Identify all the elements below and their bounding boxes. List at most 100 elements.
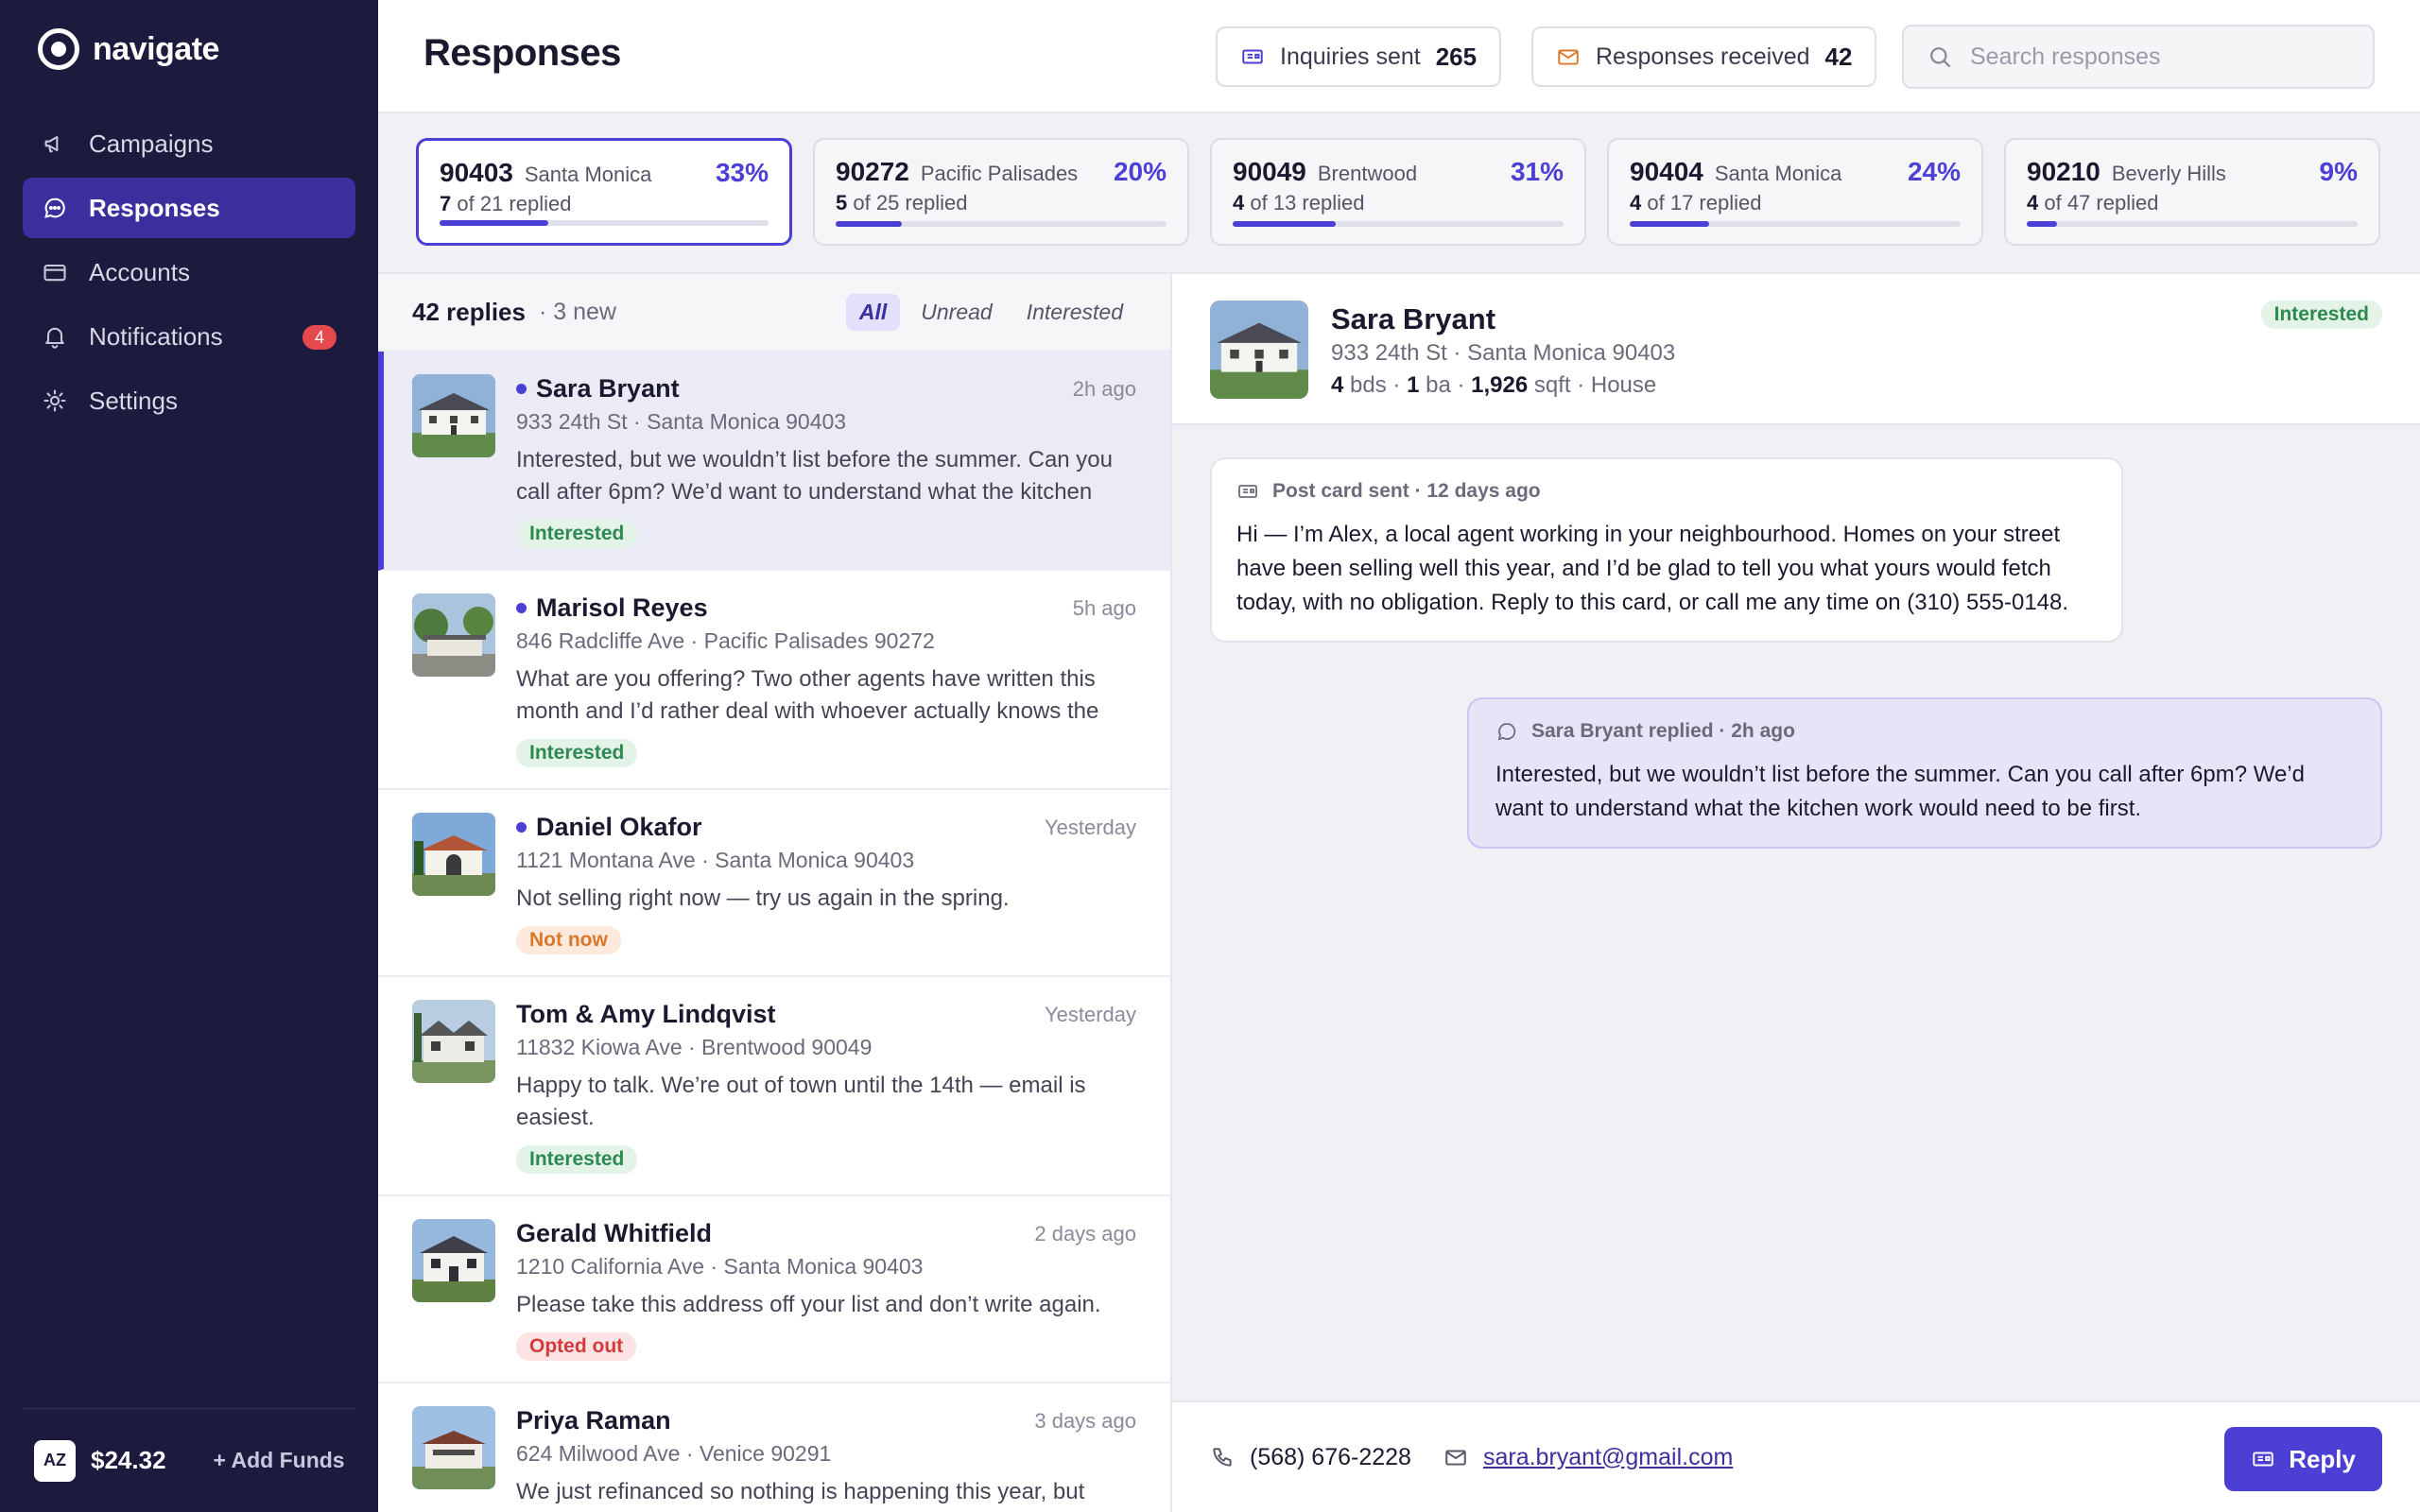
sidebar-nav: Campaigns Responses Accounts Notificatio… — [23, 113, 355, 435]
list-item[interactable]: Marisol Reyes 5h ago 846 Radcliffe Ave · … — [378, 571, 1170, 790]
zip-code: 90403 — [440, 158, 513, 187]
timestamp: 5h ago — [1072, 595, 1136, 620]
property-address: 933 24th St · Santa Monica 90403 — [516, 409, 847, 434]
zip-progress-bar — [440, 220, 769, 226]
property-address: 933 24th St · Santa Monica 90403 — [1331, 340, 1676, 366]
house-thumbnail — [412, 813, 495, 896]
property-address: 1121 Montana Ave · Santa Monica 90403 — [516, 848, 915, 872]
responses-received-stat: Responses received 42 — [1531, 26, 1877, 87]
message-preview: What are you offering? Two other agents … — [516, 666, 1099, 724]
zip-progress-fill — [1233, 221, 1336, 227]
response-detail: Sara Bryant 933 24th St · Santa Monica 9… — [1172, 274, 2420, 1512]
zip-card-90404[interactable]: 90404 Santa Monica 24% 4 of 17 replied — [1607, 138, 1983, 246]
zip-replied-count: 7 of 21 replied — [440, 192, 572, 215]
sidebar-item-label: Notifications — [89, 321, 223, 351]
zip-reply-rate: 33% — [715, 158, 769, 187]
response-list: 42 replies · 3 new All Unread Interested… — [378, 274, 1172, 1512]
zip-city: Beverly Hills — [2111, 162, 2226, 185]
filter-unread[interactable]: Unread — [908, 294, 1005, 331]
sidebar: navigate Campaigns Responses Accounts No… — [0, 0, 378, 1512]
contact-name: Daniel Okafor — [536, 813, 702, 841]
sidebar-item-label: Campaigns — [89, 129, 214, 158]
house-photo[interactable] — [1210, 301, 1308, 399]
email-link[interactable]: sara.bryant@gmail.com — [1483, 1444, 1733, 1471]
sidebar-item-label: Responses — [89, 193, 220, 222]
status-badge: Interested — [516, 739, 638, 767]
sent-postcard-message: Post card sent · 12 days ago Hi — I’m Al… — [1210, 457, 2123, 643]
zip-city: Santa Monica — [524, 163, 652, 186]
zip-progress-bar — [1630, 221, 1961, 227]
zip-card-90272[interactable]: 90272 Pacific Palisades 20% 5 of 25 replie… — [813, 138, 1189, 246]
status-badge[interactable]: Interested — [2260, 301, 2382, 329]
stat-label: Inquiries sent — [1280, 43, 1421, 70]
sidebar-item-settings[interactable]: Settings — [23, 370, 355, 431]
sidebar-item-notifications[interactable]: Notifications 4 — [23, 306, 355, 367]
contact-name: Sara Bryant — [1331, 302, 1496, 335]
sidebar-item-label: Settings — [89, 386, 178, 415]
postcard-icon — [1240, 44, 1265, 69]
timestamp: 3 days ago — [1034, 1408, 1136, 1433]
zip-card-90210[interactable]: 90210 Beverly Hills 9% 4 of 47 replied — [2004, 138, 2380, 246]
unread-dot — [516, 603, 527, 613]
phone-number: (568) 676-2228 — [1250, 1443, 1411, 1470]
phone-icon — [1210, 1445, 1235, 1469]
zip-code: 90049 — [1233, 157, 1306, 186]
megaphone-icon — [42, 130, 68, 157]
zip-city: Santa Monica — [1714, 162, 1842, 185]
zip-progress-fill — [440, 220, 548, 226]
zip-city: Pacific Palisades — [920, 162, 1079, 185]
add-funds-button[interactable]: + Add Funds — [214, 1448, 345, 1473]
received-reply-message: Sara Bryant replied · 2h ago Interested,… — [1467, 697, 2382, 849]
logo-icon — [38, 28, 79, 70]
contact-name: Priya Raman — [516, 1406, 671, 1435]
search-input[interactable] — [1970, 43, 2348, 71]
house-thumbnail — [412, 1406, 495, 1489]
message-preview: Interested, but we wouldn’t list before … — [516, 447, 1113, 505]
contact-name: Marisol Reyes — [536, 593, 708, 622]
zip-progress-fill — [836, 221, 902, 227]
filter-all[interactable]: All — [845, 293, 901, 331]
zip-code-summary: 90403 Santa Monica 33% 7 of 21 replied 902… — [378, 115, 2420, 274]
postcard-icon — [1236, 480, 1259, 503]
zip-card-90049[interactable]: 90049 Brentwood 31% 4 of 13 replied — [1210, 138, 1586, 246]
zip-reply-rate: 20% — [1113, 157, 1167, 186]
list-item[interactable]: Gerald Whitfield 2 days ago 1210 Californ… — [378, 1196, 1170, 1383]
app-logo[interactable]: navigate — [38, 28, 219, 70]
list-filters: All Unread Interested — [845, 293, 1136, 331]
stat-value: 42 — [1824, 42, 1853, 71]
new-count: · 3 new — [538, 298, 616, 325]
house-thumbnail — [412, 1000, 495, 1083]
page-title: Responses — [424, 32, 621, 74]
avatar[interactable]: AZ — [34, 1439, 76, 1482]
sidebar-item-label: Accounts — [89, 257, 190, 286]
message-body: Interested, but we wouldn’t list before … — [1495, 762, 2305, 821]
unread-dot — [516, 384, 527, 394]
list-item[interactable]: Sara Bryant 2h ago 933 24th St · Santa Mo… — [378, 352, 1170, 571]
contact-name: Gerald Whitfield — [516, 1219, 713, 1247]
email-contact: sara.bryant@gmail.com — [1443, 1444, 1733, 1471]
timestamp: Yesterday — [1044, 1002, 1136, 1026]
sidebar-item-accounts[interactable]: Accounts — [23, 242, 355, 302]
zip-card-90403[interactable]: 90403 Santa Monica 33% 7 of 21 replied — [416, 138, 792, 246]
search-icon — [1927, 43, 1953, 70]
list-item[interactable]: Priya Raman 3 days ago 624 Milwood Ave · … — [378, 1383, 1170, 1512]
phone-contact[interactable]: (568) 676-2228 — [1210, 1444, 1411, 1471]
gear-icon — [42, 387, 68, 414]
list-item[interactable]: Daniel Okafor Yesterday 1121 Montana Ave … — [378, 790, 1170, 977]
page-header: Responses Inquiries sent 265 Responses r… — [378, 0, 2420, 113]
zip-replied-count: 4 of 13 replied — [1233, 191, 1365, 215]
filter-interested[interactable]: Interested — [1013, 294, 1136, 331]
property-address: 11832 Kiowa Ave · Brentwood 90049 — [516, 1035, 873, 1059]
status-badge: Interested — [516, 1145, 638, 1174]
reply-button[interactable]: Reply — [2224, 1427, 2382, 1491]
sidebar-item-campaigns[interactable]: Campaigns — [23, 113, 355, 174]
stat-value: 265 — [1435, 42, 1478, 71]
house-thumbnail — [412, 593, 495, 677]
zip-progress-fill — [1630, 221, 1709, 227]
envelope-icon — [1556, 44, 1581, 69]
zip-progress-bar — [1233, 221, 1564, 227]
status-badge: Interested — [516, 520, 638, 548]
sidebar-item-responses[interactable]: Responses — [23, 178, 355, 238]
message-preview: Happy to talk. We’re out of town until t… — [516, 1073, 1086, 1130]
list-item[interactable]: Tom & Amy Lindqvist Yesterday 11832 Kiowa… — [378, 977, 1170, 1196]
